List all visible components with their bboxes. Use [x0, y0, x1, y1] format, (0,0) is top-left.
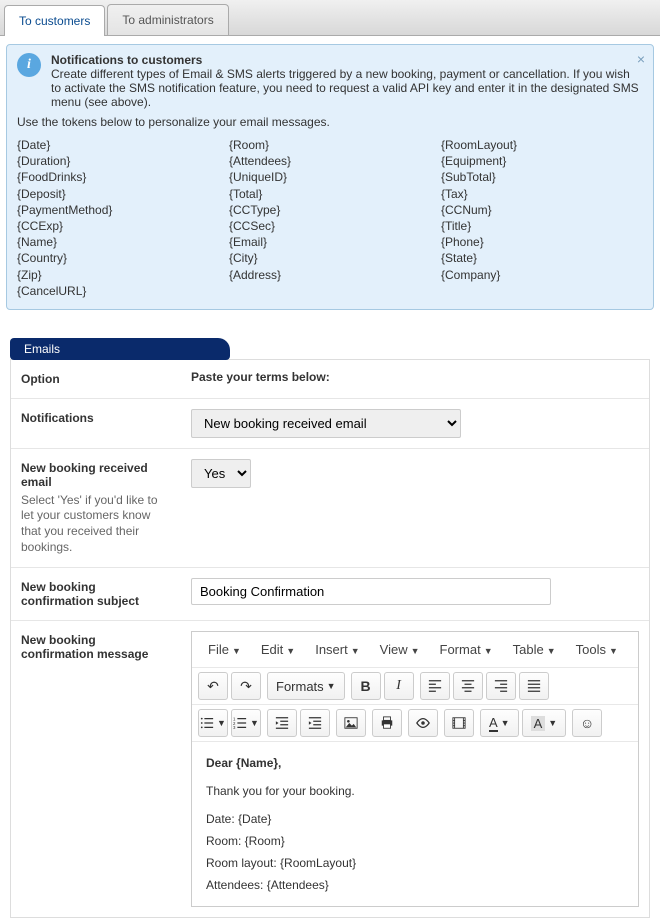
- preview-icon[interactable]: [408, 709, 438, 737]
- token: {Date}: [17, 137, 219, 153]
- token: {Tax}: [441, 186, 643, 202]
- menu-table[interactable]: Table▼: [505, 638, 564, 661]
- menu-edit[interactable]: Edit▼: [253, 638, 303, 661]
- menu-format[interactable]: Format▼: [432, 638, 501, 661]
- menu-view[interactable]: View▼: [372, 638, 428, 661]
- token: {Attendees}: [229, 153, 431, 169]
- token: {State}: [441, 250, 643, 266]
- token: {Duration}: [17, 153, 219, 169]
- bold-icon[interactable]: B: [351, 672, 381, 700]
- text-color-icon[interactable]: A▼: [480, 709, 519, 737]
- token: {Equipment}: [441, 153, 643, 169]
- info-icon: i: [17, 53, 41, 77]
- tab-to-customers[interactable]: To customers: [4, 5, 105, 36]
- received-select[interactable]: Yes: [191, 459, 251, 488]
- outdent-icon[interactable]: [267, 709, 297, 737]
- section-emails: Emails: [10, 338, 230, 360]
- editor-menubar: File▼ Edit▼ Insert▼ View▼ Format▼ Table▼…: [192, 632, 638, 668]
- italic-icon[interactable]: I: [384, 672, 414, 700]
- undo-icon[interactable]: ↶: [198, 672, 228, 700]
- received-label: New booking received email: [21, 461, 148, 489]
- align-left-icon[interactable]: [420, 672, 450, 700]
- token: {Title}: [441, 218, 643, 234]
- image-icon[interactable]: [336, 709, 366, 737]
- info-subtext: Use the tokens below to personalize your…: [17, 115, 643, 129]
- editor-line: Date: {Date}: [206, 812, 624, 826]
- token: {Phone}: [441, 234, 643, 250]
- media-icon[interactable]: [444, 709, 474, 737]
- info-panel: × i Notifications to customers Create di…: [6, 44, 654, 310]
- tabs-bar: To customers To administrators: [0, 0, 660, 36]
- token: {CancelURL}: [17, 283, 219, 299]
- editor-line: Room layout: {RoomLayout}: [206, 856, 624, 870]
- emoji-icon[interactable]: ☺: [572, 709, 602, 737]
- token: {CCType}: [229, 202, 431, 218]
- align-right-icon[interactable]: [486, 672, 516, 700]
- col-header-option: Option: [11, 360, 181, 398]
- token: {Total}: [229, 186, 431, 202]
- token: {Company}: [441, 267, 643, 283]
- token: {Name}: [17, 234, 219, 250]
- formats-dropdown[interactable]: Formats▼: [267, 672, 345, 700]
- redo-icon[interactable]: ↷: [231, 672, 261, 700]
- menu-tools[interactable]: Tools▼: [568, 638, 626, 661]
- token: {City}: [229, 250, 431, 266]
- print-icon[interactable]: [372, 709, 402, 737]
- menu-insert[interactable]: Insert▼: [307, 638, 367, 661]
- subject-input[interactable]: [191, 578, 551, 605]
- menu-file[interactable]: File▼: [200, 638, 249, 661]
- token: {Zip}: [17, 267, 219, 283]
- notifications-select[interactable]: New booking received email: [191, 409, 461, 438]
- token: {RoomLayout}: [441, 137, 643, 153]
- editor-line: Dear {Name},: [206, 756, 624, 770]
- token: {Room}: [229, 137, 431, 153]
- token: {CCExp}: [17, 218, 219, 234]
- token: {PaymentMethod}: [17, 202, 219, 218]
- col-header-value: Paste your terms below:: [181, 360, 649, 398]
- info-description: Create different types of Email & SMS al…: [51, 67, 643, 109]
- token: {Deposit}: [17, 186, 219, 202]
- indent-icon[interactable]: [300, 709, 330, 737]
- notifications-label: Notifications: [11, 399, 181, 448]
- token: {SubTotal}: [441, 169, 643, 185]
- token: {Country}: [17, 250, 219, 266]
- tab-to-administrators[interactable]: To administrators: [107, 4, 228, 35]
- rich-text-editor: File▼ Edit▼ Insert▼ View▼ Format▼ Table▼…: [191, 631, 639, 907]
- bg-color-icon[interactable]: A▼: [522, 709, 567, 737]
- editor-content[interactable]: Dear {Name}, Thank you for your booking.…: [192, 742, 638, 906]
- editor-line: Thank you for your booking.: [206, 784, 624, 798]
- subject-label: New booking confirmation subject: [11, 568, 181, 620]
- message-label: New booking confirmation message: [11, 621, 181, 917]
- token: {Email}: [229, 234, 431, 250]
- info-title: Notifications to customers: [51, 53, 643, 67]
- token: {Address}: [229, 267, 431, 283]
- token: {FoodDrinks}: [17, 169, 219, 185]
- token: {UniqueID}: [229, 169, 431, 185]
- close-icon[interactable]: ×: [637, 51, 645, 67]
- editor-toolbar-row2: ▼ 123▼: [192, 705, 638, 742]
- received-hint: Select 'Yes' if you'd like to let your c…: [21, 493, 171, 555]
- svg-text:3: 3: [233, 725, 236, 730]
- token-grid: {Date} {Duration} {FoodDrinks} {Deposit}…: [17, 137, 643, 299]
- editor-line: Room: {Room}: [206, 834, 624, 848]
- editor-toolbar-row1: ↶ ↷ Formats▼ B I: [192, 668, 638, 705]
- number-list-icon[interactable]: 123▼: [231, 709, 261, 737]
- align-justify-icon[interactable]: [519, 672, 549, 700]
- bullet-list-icon[interactable]: ▼: [198, 709, 228, 737]
- editor-line: Attendees: {Attendees}: [206, 878, 624, 892]
- token: {CCSec}: [229, 218, 431, 234]
- align-center-icon[interactable]: [453, 672, 483, 700]
- settings-grid: Option Paste your terms below: Notificat…: [10, 359, 650, 918]
- token: {CCNum}: [441, 202, 643, 218]
